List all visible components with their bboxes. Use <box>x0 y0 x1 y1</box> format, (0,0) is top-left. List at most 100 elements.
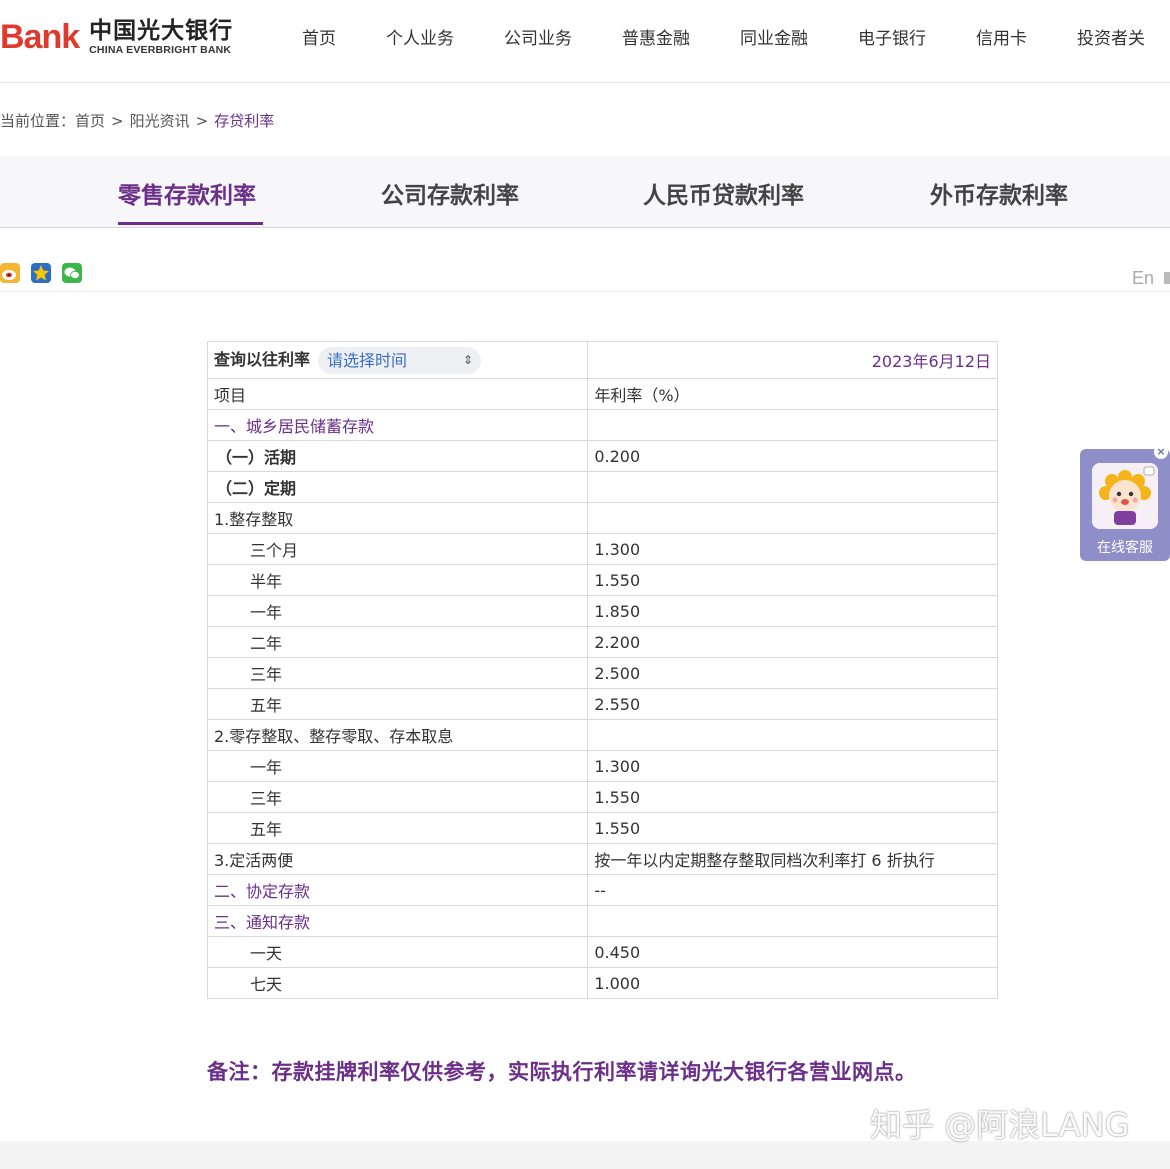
row-rate <box>587 502 998 534</box>
table-row: （二）定期 <box>206 471 998 503</box>
top-header: Bank 中国光大银行 CHINA EVERBRIGHT BANK 首页 个人业… <box>0 0 1170 83</box>
table-row: 三年 2.500 <box>206 657 998 689</box>
breadcrumb-separator: > <box>111 112 124 130</box>
breadcrumb-section[interactable]: 阳光资讯 <box>130 112 190 130</box>
row-rate: -- <box>587 874 998 906</box>
row-item: 一天 <box>206 936 589 968</box>
breadcrumb-separator: > <box>195 112 209 130</box>
column-header-item: 项目 <box>206 378 589 410</box>
header-row: 项目 年利率（%） <box>206 378 998 410</box>
row-item: 2.零存整取、整存零取、存本取息 <box>206 719 589 751</box>
rate-disclaimer-note: 备注：存款挂牌利率仅供参考，实际执行利率请详询光大银行各营业网点。 <box>207 1060 917 1084</box>
row-rate: 2.200 <box>587 626 998 658</box>
language-marker <box>1164 272 1170 284</box>
row-rate: 1.550 <box>587 781 998 813</box>
weibo-icon[interactable] <box>0 263 20 283</box>
table-row: 七天 1.000 <box>206 967 998 999</box>
row-item: 1.整存整取 <box>206 502 589 534</box>
table-row: 五年 1.550 <box>206 812 998 844</box>
query-cell: 查询以往利率 请选择时间 ⇕ <box>206 341 589 379</box>
tab-foreign-deposit[interactable]: 外币存款利率 <box>930 176 1068 210</box>
bank-logo[interactable]: Bank 中国光大银行 CHINA EVERBRIGHT BANK <box>0 12 233 62</box>
nav-personal[interactable]: 个人业务 <box>386 24 454 49</box>
breadcrumb-home[interactable]: 首页 <box>75 112 105 130</box>
row-item: 五年 <box>206 688 589 720</box>
row-rate <box>587 719 998 751</box>
row-rate: 1.300 <box>587 533 998 565</box>
rate-tabs: 零售存款利率 公司存款利率 人民币贷款利率 外币存款利率 <box>0 156 1170 228</box>
nav-investor[interactable]: 投资者关 <box>1077 24 1145 49</box>
row-item: 三、通知存款 <box>206 905 589 937</box>
row-item: 三年 <box>206 781 589 813</box>
logo-cn: 中国光大银行 <box>89 18 234 44</box>
row-rate: 2.550 <box>587 688 998 720</box>
row-rate: 1.850 <box>587 595 998 627</box>
table-row: 五年 2.550 <box>206 688 998 720</box>
row-item: 七天 <box>206 967 589 999</box>
zhihu-watermark: 知乎 @阿浪LANG <box>870 1106 1130 1144</box>
column-header-rate: 年利率（%） <box>587 378 998 410</box>
table-row: 三、通知存款 <box>206 905 998 937</box>
table-row: （一）活期 0.200 <box>206 440 998 472</box>
date-selector-placeholder: 请选择时间 <box>327 351 408 370</box>
online-service-widget[interactable]: × 在线客服 <box>1080 445 1170 561</box>
mascot-avatar-icon <box>1092 463 1158 529</box>
breadcrumb-current: 存贷利率 <box>214 112 275 130</box>
table-row: 一年 1.300 <box>206 750 998 782</box>
row-rate: 0.200 <box>587 440 998 472</box>
date-selector[interactable]: 请选择时间 ⇕ <box>318 347 482 374</box>
row-rate: 1.550 <box>587 564 998 596</box>
breadcrumb: 当前位置：首页 > 阳光资讯 > 存贷利率 <box>0 110 274 131</box>
language-switch[interactable]: En <box>1132 268 1154 289</box>
row-item: 一、城乡居民储蓄存款 <box>206 409 589 441</box>
row-item: 一年 <box>206 750 589 782</box>
updown-chevron-icon: ⇕ <box>462 353 474 367</box>
nav-corporate[interactable]: 公司业务 <box>504 24 572 49</box>
table-row: 一天 0.450 <box>206 936 998 968</box>
row-item: 三个月 <box>206 533 589 565</box>
table-row: 三个月 1.300 <box>206 533 998 565</box>
row-item: 3.定活两便 <box>206 843 589 875</box>
row-rate: 1.300 <box>587 750 998 782</box>
table-row: 一年 1.850 <box>206 595 998 627</box>
logo-en: CHINA EVERBRIGHT BANK <box>89 44 232 56</box>
rate-date: 2023年6月12日 <box>587 341 998 379</box>
row-rate: 按一年以内定期整存整取同档次利率打 6 折执行 <box>587 843 998 875</box>
row-item: 二、协定存款 <box>206 874 589 906</box>
row-rate: 1.000 <box>587 967 998 999</box>
query-row: 查询以往利率 请选择时间 ⇕ 2023年6月12日 <box>206 341 998 379</box>
tab-corporate-deposit[interactable]: 公司存款利率 <box>381 176 519 210</box>
row-rate: 0.450 <box>587 936 998 968</box>
nav-interbank[interactable]: 同业金融 <box>740 24 808 49</box>
main-nav: 首页 个人业务 公司业务 普惠金融 同业金融 电子银行 信用卡 投资者关 <box>302 24 1145 49</box>
table-row: 二、协定存款 -- <box>206 874 998 906</box>
table-row: 三年 1.550 <box>206 781 998 813</box>
table-row: 3.定活两便 按一年以内定期整存整取同档次利率打 6 折执行 <box>206 843 998 875</box>
nav-credit-card[interactable]: 信用卡 <box>976 24 1027 49</box>
row-item: （二）定期 <box>206 471 589 503</box>
wechat-icon[interactable] <box>62 263 82 283</box>
breadcrumb-prefix: 当前位置： <box>0 112 76 130</box>
nav-inclusive-finance[interactable]: 普惠金融 <box>622 24 690 49</box>
tab-rmb-loan[interactable]: 人民币贷款利率 <box>643 176 804 210</box>
query-label: 查询以往利率 <box>214 350 311 369</box>
logo-mark: Bank <box>0 17 80 56</box>
online-service-label: 在线客服 <box>1097 540 1153 556</box>
row-item: （一）活期 <box>206 440 589 472</box>
row-rate: 2.500 <box>587 657 998 689</box>
qzone-icon[interactable] <box>31 263 51 283</box>
active-tab-indicator <box>118 222 263 225</box>
row-item: 三年 <box>206 657 589 689</box>
share-row: En <box>0 262 1170 292</box>
row-rate <box>587 905 998 937</box>
row-rate <box>587 409 998 441</box>
table-row: 1.整存整取 <box>206 502 998 534</box>
table-row: 2.零存整取、整存零取、存本取息 <box>206 719 998 751</box>
tab-retail-deposit[interactable]: 零售存款利率 <box>118 176 256 210</box>
close-icon[interactable]: × <box>1154 445 1168 459</box>
logo-text: 中国光大银行 CHINA EVERBRIGHT BANK <box>89 18 233 56</box>
row-item: 一年 <box>206 595 589 627</box>
row-rate <box>587 471 998 503</box>
nav-e-banking[interactable]: 电子银行 <box>858 24 926 49</box>
nav-home[interactable]: 首页 <box>302 24 336 49</box>
